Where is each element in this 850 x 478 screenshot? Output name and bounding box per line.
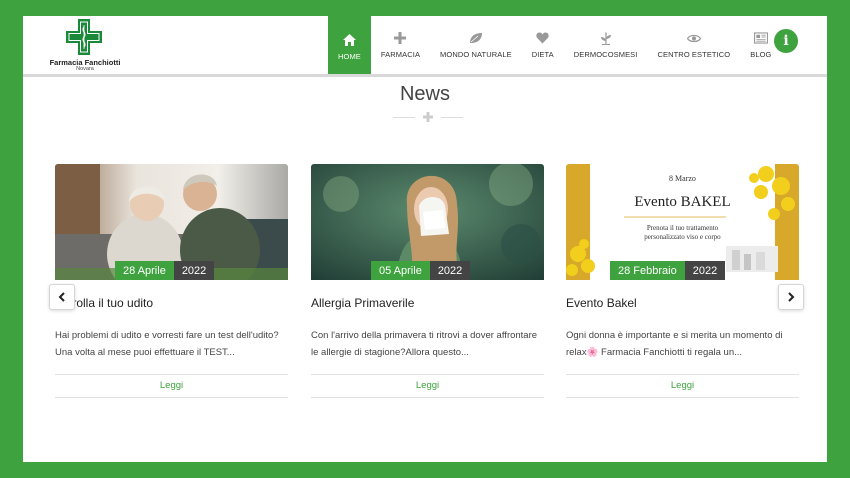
date-year: 2022	[684, 261, 726, 280]
plus-icon	[423, 112, 433, 122]
news-image-couple[interactable]: 28 Aprile 2022	[55, 164, 288, 280]
heart-icon	[536, 31, 550, 45]
info-icon[interactable]: i	[774, 29, 798, 53]
brand-logo[interactable]: Farmacia Fanchiotti Novara	[43, 19, 143, 73]
nav-label: HOME	[338, 51, 361, 61]
nav-item-dermocosmesi[interactable]: DERMOCOSMESI	[564, 16, 648, 74]
pharmacy-cross-icon	[66, 19, 102, 55]
plus-icon	[393, 31, 407, 45]
brand-city: Novara	[76, 66, 94, 72]
nav-label: FARMACIA	[380, 50, 421, 59]
date-day: 28 Febbraio	[610, 261, 685, 280]
date-year: 2022	[429, 261, 471, 280]
date-tag: 28 Febbraio 2022	[610, 261, 726, 280]
site-header: Farmacia Fanchiotti Novara HOME FARMACIA	[23, 16, 827, 77]
header-divider	[23, 74, 827, 77]
news-title[interactable]: Allergia Primaverile	[311, 296, 544, 310]
poster-headline: Evento BAKEL	[634, 194, 731, 210]
home-icon	[342, 33, 356, 47]
divider-line	[441, 117, 463, 118]
poster-line-2: personalizzato viso e corpo	[644, 233, 721, 241]
news-card: 05 Aprile 2022 Allergia Primaverile Con …	[311, 164, 544, 404]
nav-item-farmacia[interactable]: FARMACIA	[371, 16, 430, 74]
nav-label: CENTRO ESTETICO	[657, 50, 731, 59]
newspaper-icon	[753, 31, 768, 45]
poster-date: 8 Marzo	[669, 174, 696, 183]
news-excerpt: Hai problemi di udito e vorresti fare un…	[55, 330, 279, 358]
carousel-next-button[interactable]	[778, 284, 804, 310]
title-divider	[393, 111, 463, 123]
read-more-link[interactable]: Leggi	[311, 374, 544, 398]
leaf-icon	[469, 31, 483, 45]
date-day: 28 Aprile	[115, 261, 174, 280]
news-excerpt: Con l'arrivo della primavera ti ritrovi …	[311, 330, 538, 358]
nav-item-centro-estetico[interactable]: CENTRO ESTETICO	[647, 16, 740, 74]
news-title[interactable]: Controlla il tuo udito	[55, 296, 288, 310]
news-card: 8 Marzo Evento BAKEL Prenota il tuo trat…	[566, 164, 799, 404]
news-image-allergy[interactable]: 05 Aprile 2022	[311, 164, 544, 280]
divider-line	[393, 117, 415, 118]
nav-label: DERMOCOSMESI	[573, 50, 638, 59]
poster-line-1: Prenota il tuo trattamento	[646, 224, 719, 232]
section-title: News	[399, 83, 450, 105]
date-year: 2022	[173, 261, 215, 280]
read-more-link[interactable]: Leggi	[55, 374, 288, 398]
nav-item-dieta[interactable]: DIETA	[522, 16, 564, 74]
chevron-left-icon	[58, 292, 65, 302]
date-tag: 05 Aprile 2022	[371, 261, 471, 280]
nav-item-mondo-naturale[interactable]: MONDO NATURALE	[430, 16, 522, 74]
eye-icon	[686, 31, 701, 45]
nav-label: BLOG	[750, 50, 772, 59]
nav-item-home[interactable]: HOME	[328, 16, 371, 77]
nav-label: DIETA	[531, 50, 554, 59]
nav-label: MONDO NATURALE	[440, 50, 512, 59]
read-more-link[interactable]: Leggi	[566, 374, 799, 398]
date-day: 05 Aprile	[371, 261, 430, 280]
news-card: 28 Aprile 2022 Controlla il tuo udito Ha…	[55, 164, 288, 404]
main-nav: HOME FARMACIA MONDO NATURALE DIETA DERMO…	[328, 16, 782, 77]
news-title[interactable]: Evento Bakel	[566, 296, 799, 310]
news-image-bakel[interactable]: 8 Marzo Evento BAKEL Prenota il tuo trat…	[566, 164, 799, 280]
date-tag: 28 Aprile 2022	[115, 261, 215, 280]
carousel-prev-button[interactable]	[49, 284, 75, 310]
news-excerpt: Ogni donna è importante e si merita un m…	[566, 330, 783, 358]
chevron-right-icon	[788, 292, 795, 302]
plant-icon	[599, 31, 613, 45]
page: Farmacia Fanchiotti Novara HOME FARMACIA	[23, 16, 827, 462]
